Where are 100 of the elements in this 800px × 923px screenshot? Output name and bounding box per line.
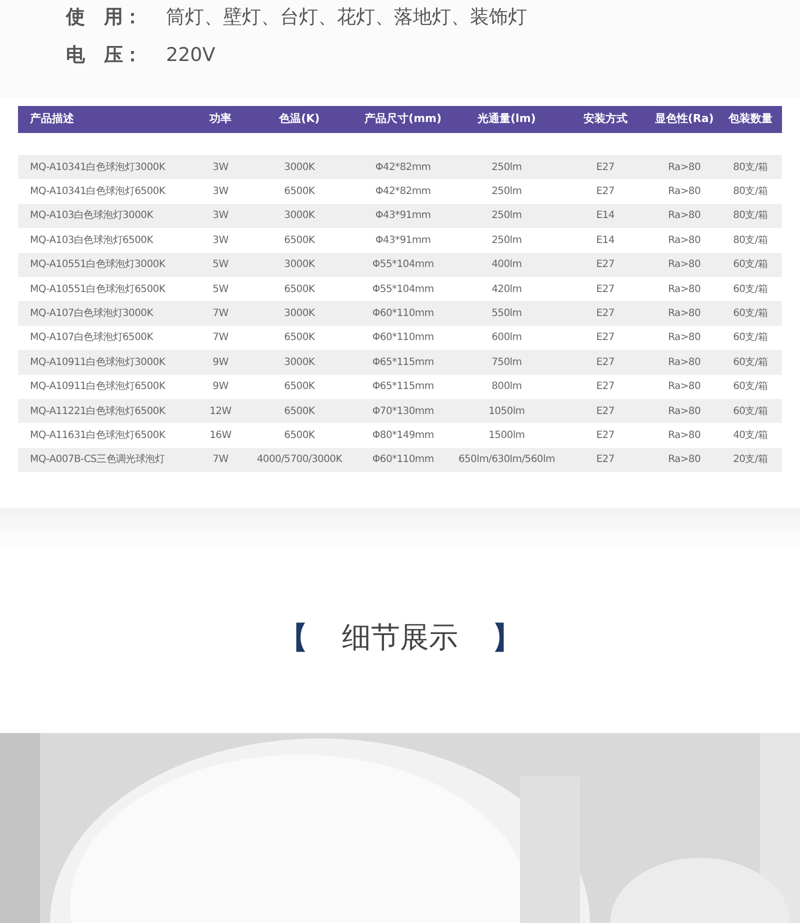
table-cell-text: MQ-A103白色球泡灯3000K: [29, 208, 154, 224]
table-cell-text: 800lm: [490, 380, 523, 394]
table-cell-text: 40支/箱: [732, 428, 769, 443]
table-cell-text: 3000K: [283, 258, 316, 272]
table-cell-text: 6500K: [283, 185, 316, 200]
table-cell-text: Φ60*110mm: [371, 331, 435, 346]
table-cell-text: 80支/箱: [732, 234, 769, 248]
table-cell-text: Φ43*91mm: [374, 234, 432, 248]
table-cell-text: Ra>80: [667, 209, 702, 224]
table-cell-text: MQ-A11631白色球泡灯6500K: [29, 428, 166, 443]
table-cell-text: Ra>80: [667, 331, 702, 346]
column-header: 产品尺寸(mm): [364, 111, 443, 128]
table-cell-text: 6500K: [283, 404, 316, 419]
table-cell-text: E27: [595, 185, 616, 200]
table-cell-text: 9W: [212, 380, 230, 394]
table-cell-text: Φ65*115mm: [371, 356, 435, 370]
table-cell-text: 20支/箱: [732, 452, 769, 468]
table-cell-text: 600lm: [490, 331, 523, 346]
table-cell-text: 3000K: [283, 209, 316, 224]
table-cell-text: MQ-A107白色球泡灯3000K: [29, 306, 154, 322]
spec-value: 筒灯、壁灯、台灯、花灯、落地灯、装饰灯: [166, 4, 527, 30]
column-header: 显色性(Ra): [654, 111, 715, 128]
table-cell-text: Ra>80: [667, 380, 702, 394]
table-cell-text: Φ43*91mm: [374, 209, 432, 224]
table-cell-text: E14: [595, 209, 616, 224]
table-cell-text: 12W: [208, 404, 232, 419]
table-cell-text: E27: [595, 282, 616, 297]
table-cell-text: MQ-A103白色球泡灯6500K: [29, 234, 154, 248]
section-title: 细节展示: [342, 619, 458, 656]
table-cell-text: 3W: [212, 160, 230, 175]
table-cell-text: 250lm: [490, 160, 523, 175]
table-cell-text: 60支/箱: [732, 282, 769, 297]
table-cell-text: MQ-A11221白色球泡灯6500K: [29, 404, 166, 419]
table-cell-text: 5W: [212, 282, 230, 297]
table-cell-text: Ra>80: [667, 453, 702, 468]
table-cell-text: 7W: [212, 307, 230, 322]
table-cell-text: Φ60*110mm: [371, 307, 435, 322]
table-cell-text: 1500lm: [488, 428, 526, 443]
spec-label: 电 压：: [66, 42, 143, 68]
table-cell-text: E27: [595, 428, 616, 443]
table-cell-text: 1050lm: [488, 404, 526, 419]
table-cell-text: 6500K: [283, 380, 316, 394]
table-cell-text: 80支/箱: [732, 160, 769, 175]
table-cell-text: Φ55*104mm: [371, 258, 435, 272]
table-cell-text: Ra>80: [667, 356, 702, 370]
table-cell-text: 7W: [212, 331, 230, 346]
table-cell-text: MQ-A10911白色球泡灯3000K: [29, 356, 166, 370]
table-cell-text: E14: [595, 234, 616, 248]
table-cell-text: 80支/箱: [732, 208, 769, 224]
table-cell-text: Φ60*110mm: [371, 453, 435, 468]
table-cell-text: 6500K: [283, 331, 316, 346]
table-cell-text: Ra>80: [667, 234, 702, 248]
table-cell-text: 60支/箱: [732, 330, 769, 346]
table-cell-text: 4000/5700/3000K: [256, 453, 344, 468]
table-cell-text: E27: [595, 307, 616, 322]
table-cell-text: 3W: [212, 234, 230, 248]
table-cell-text: Ra>80: [667, 307, 702, 322]
table-cell-text: MQ-A007B-CS三色调光球泡灯: [29, 452, 166, 468]
column-header: 光通量(lm): [476, 111, 537, 128]
table-cell-text: 3000K: [283, 356, 316, 370]
table-cell-text: 60支/箱: [732, 356, 769, 370]
table-cell-text: Φ42*82mm: [374, 160, 432, 175]
bracket: 【: [278, 620, 308, 658]
table-cell-text: E27: [595, 404, 616, 419]
table-cell-text: 550lm: [490, 307, 523, 322]
table-cell-text: Ra>80: [667, 258, 702, 272]
table-cell-text: 6500K: [283, 282, 316, 297]
table-cell-text: 60支/箱: [732, 380, 769, 394]
table-cell-text: MQ-A107白色球泡灯6500K: [29, 330, 154, 346]
table-cell-text: 250lm: [490, 185, 523, 200]
table-cell-text: E27: [595, 258, 616, 272]
table-cell-text: 5W: [212, 258, 230, 272]
table-cell-text: 3000K: [283, 160, 316, 175]
table-cell-text: 16W: [208, 428, 232, 443]
table-cell-text: 7W: [212, 453, 230, 468]
table-cell-text: E27: [595, 380, 616, 394]
table-cell-text: 650lm/630lm/560lm: [457, 453, 556, 468]
table-cell-text: Ra>80: [667, 160, 702, 175]
table-cell-text: Φ65*115mm: [371, 380, 435, 394]
table-cell-text: 3W: [212, 209, 230, 224]
table-cell-text: 60支/箱: [732, 258, 769, 272]
table-cell-text: Φ70*130mm: [371, 404, 435, 419]
table-cell-text: 6500K: [283, 234, 316, 248]
bracket: 】: [492, 620, 522, 658]
table-cell-text: 9W: [212, 356, 230, 370]
table-cell-text: E27: [595, 331, 616, 346]
table-cell-text: Φ80*149mm: [371, 428, 435, 443]
table-cell-text: 250lm: [490, 209, 523, 224]
column-header: 色温(K): [278, 111, 321, 128]
table-cell-text: 400lm: [490, 258, 523, 272]
spec-value: 220V: [166, 42, 216, 68]
table-cell-text: MQ-A10551白色球泡灯3000K: [29, 258, 166, 272]
table-cell-text: 750lm: [490, 356, 523, 370]
table-cell-text: 420lm: [490, 282, 523, 297]
table-cell-text: Φ42*82mm: [374, 185, 432, 200]
table-cell-text: Ra>80: [667, 185, 702, 200]
table-cell-text: 3000K: [283, 307, 316, 322]
table-cell-text: MQ-A10551白色球泡灯6500K: [29, 282, 166, 297]
table-cell-text: E27: [595, 356, 616, 370]
table-cell-text: E27: [595, 160, 616, 175]
